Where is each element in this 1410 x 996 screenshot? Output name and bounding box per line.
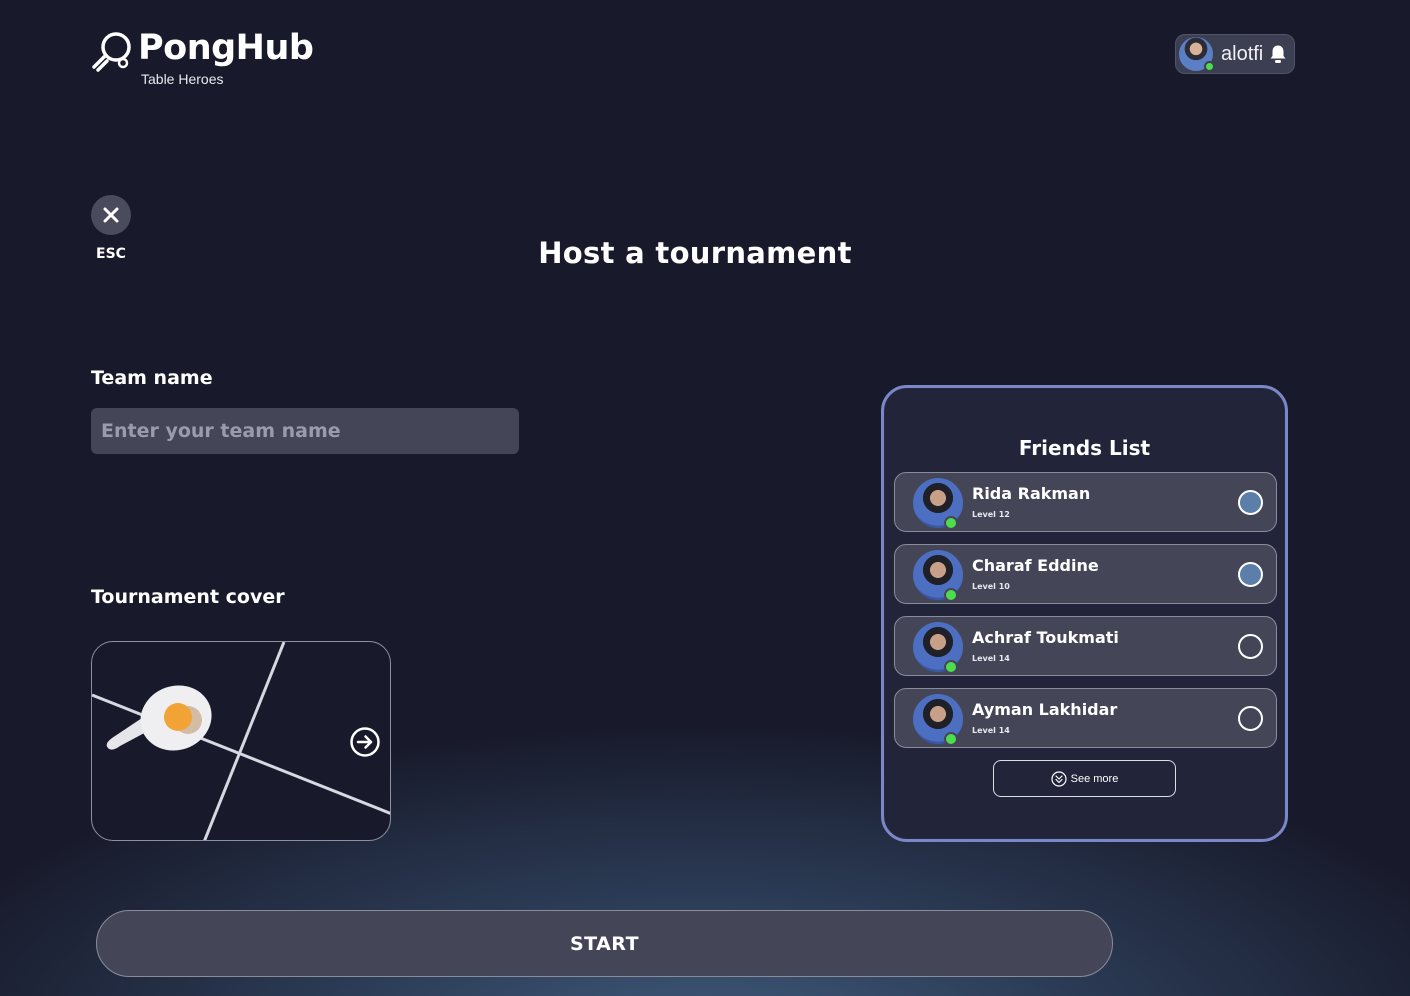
bell-icon[interactable] bbox=[1269, 44, 1287, 64]
friend-select-radio[interactable] bbox=[1238, 490, 1263, 515]
friend-select-radio[interactable] bbox=[1238, 562, 1263, 587]
brand-tagline: Table Heroes bbox=[141, 71, 224, 87]
team-name-input[interactable] bbox=[91, 408, 519, 454]
friend-level: Level 14 bbox=[972, 726, 1010, 735]
friend-name: Rida Rakman bbox=[972, 484, 1091, 503]
online-status-dot bbox=[944, 588, 958, 602]
friend-select-radio[interactable] bbox=[1238, 706, 1263, 731]
friend-name: Ayman Lakhidar bbox=[972, 700, 1118, 719]
online-status-dot bbox=[944, 660, 958, 674]
close-button[interactable] bbox=[91, 195, 131, 235]
esc-label: ESC bbox=[96, 246, 126, 262]
avatar bbox=[913, 622, 963, 674]
start-label: START bbox=[569, 932, 640, 955]
user-menu[interactable]: alotfi bbox=[1175, 34, 1295, 74]
online-status-dot bbox=[944, 516, 958, 530]
chevrons-down-icon bbox=[1051, 770, 1067, 787]
friend-row[interactable]: Ayman Lakhidar Level 14 bbox=[894, 688, 1277, 748]
online-status-dot bbox=[944, 732, 958, 746]
ping-pong-paddle-icon bbox=[92, 32, 131, 72]
brand-logo[interactable]: PongHub Table Heroes bbox=[90, 28, 314, 87]
see-more-button[interactable]: See more bbox=[993, 760, 1176, 797]
friend-row[interactable]: Rida Rakman Level 12 bbox=[894, 472, 1277, 532]
close-icon bbox=[103, 207, 119, 223]
avatar bbox=[913, 694, 963, 746]
friends-list-panel: Friends List Rida Rakman Level 12 Charaf… bbox=[881, 385, 1288, 842]
friend-level: Level 10 bbox=[972, 582, 1010, 591]
friend-select-radio[interactable] bbox=[1238, 634, 1263, 659]
friend-name: Achraf Toukmati bbox=[972, 628, 1119, 647]
friend-level: Level 12 bbox=[972, 510, 1010, 519]
online-status-dot bbox=[1204, 61, 1215, 72]
cover-image bbox=[92, 642, 390, 840]
friend-name: Charaf Eddine bbox=[972, 556, 1099, 575]
avatar[interactable] bbox=[1179, 37, 1215, 72]
friend-row[interactable]: Achraf Toukmati Level 14 bbox=[894, 616, 1277, 676]
friend-level: Level 14 bbox=[972, 654, 1010, 663]
brand-name: PongHub bbox=[138, 28, 314, 68]
tournament-cover-label: Tournament cover bbox=[91, 586, 285, 608]
see-more-label: See more bbox=[1070, 772, 1119, 785]
arrow-right-circle-icon[interactable] bbox=[349, 726, 381, 758]
team-name-label: Team name bbox=[91, 367, 213, 389]
avatar bbox=[913, 550, 963, 602]
username: alotfi bbox=[1221, 42, 1264, 65]
start-button[interactable]: START bbox=[96, 910, 1113, 977]
friend-row[interactable]: Charaf Eddine Level 10 bbox=[894, 544, 1277, 604]
tournament-cover-card[interactable] bbox=[91, 641, 391, 841]
friends-list-title: Friends List bbox=[1018, 436, 1151, 460]
page-title: Host a tournament bbox=[538, 236, 852, 270]
avatar bbox=[913, 478, 963, 530]
